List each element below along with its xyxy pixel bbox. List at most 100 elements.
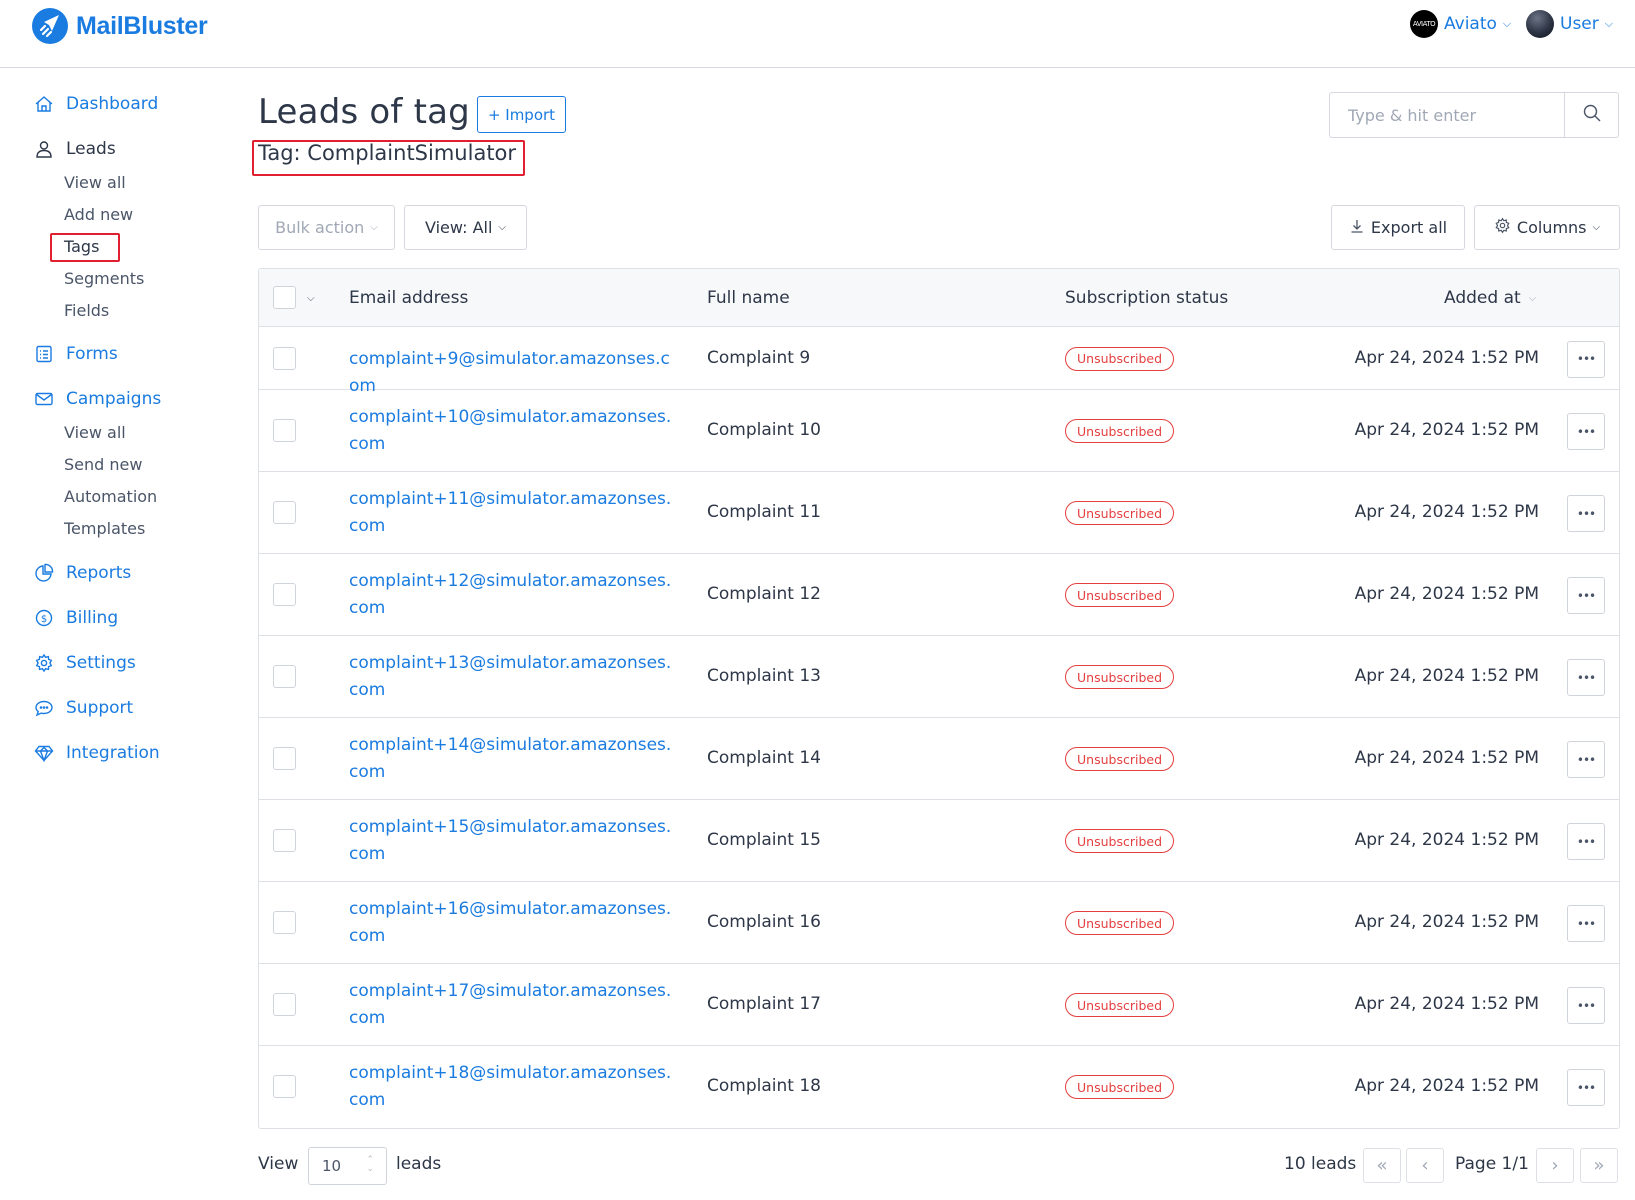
lead-email-link[interactable]: complaint+17@simulator.amazonses.com: [349, 978, 674, 1032]
chevron-left-icon: ‹: [1421, 1155, 1429, 1176]
per-page-value: 10: [322, 1157, 342, 1175]
row-actions-button[interactable]: •••: [1567, 1069, 1605, 1106]
table-row: complaint+13@simulator.amazonses.com Comp…: [259, 636, 1619, 718]
top-bar: MailBluster AVIATO Aviato ⌵ User ⌵: [0, 0, 1635, 68]
sidebar-item-label: Campaigns: [66, 389, 162, 409]
ellipsis-icon: •••: [1576, 998, 1596, 1013]
lead-email-link[interactable]: complaint+11@simulator.amazonses.com: [349, 486, 674, 540]
import-button[interactable]: + Import: [477, 96, 566, 133]
sidebar-subitem-leads-add-new[interactable]: Add new: [64, 205, 133, 224]
chevron-right-icon: ›: [1551, 1155, 1559, 1176]
first-page-button[interactable]: «: [1363, 1148, 1401, 1183]
row-actions-button[interactable]: •••: [1567, 495, 1605, 532]
double-chevron-left-icon: «: [1376, 1155, 1388, 1176]
row-checkbox[interactable]: [273, 911, 296, 934]
row-checkbox[interactable]: [273, 747, 296, 770]
sidebar-subitem-campaigns-view-all[interactable]: View all: [64, 423, 126, 442]
row-actions-button[interactable]: •••: [1567, 823, 1605, 860]
row-actions-button[interactable]: •••: [1567, 741, 1605, 778]
total-leads-count: 10 leads: [1284, 1154, 1357, 1174]
sidebar-subitem-send-new[interactable]: Send new: [64, 455, 142, 474]
row-checkbox[interactable]: [273, 419, 296, 442]
leads-label: leads: [396, 1154, 442, 1174]
table-row: complaint+12@simulator.amazonses.com Comp…: [259, 554, 1619, 636]
select-all-checkbox[interactable]: [273, 286, 296, 309]
lead-email-link[interactable]: complaint+12@simulator.amazonses.com: [349, 568, 674, 622]
sidebar-item-dashboard[interactable]: Dashboard: [34, 94, 158, 114]
row-actions-button[interactable]: •••: [1567, 987, 1605, 1024]
sidebar-subitem-automation[interactable]: Automation: [64, 487, 157, 506]
row-checkbox[interactable]: [273, 501, 296, 524]
sidebar-item-integration[interactable]: Integration: [34, 743, 160, 763]
ellipsis-icon: •••: [1576, 506, 1596, 521]
sidebar-item-reports[interactable]: Reports: [34, 563, 131, 583]
lead-email-link[interactable]: complaint+18@simulator.amazonses.com: [349, 1060, 674, 1114]
chevron-down-icon: ⌵: [1592, 222, 1601, 233]
column-header-label: Added at: [1444, 288, 1521, 308]
sidebar-item-label: Reports: [66, 563, 132, 583]
sidebar-subitem-fields[interactable]: Fields: [64, 301, 109, 320]
sidebar-item-support[interactable]: Support: [34, 698, 133, 718]
lead-full-name: Complaint 11: [707, 502, 821, 522]
view-filter-dropdown[interactable]: View: All ⌵: [404, 205, 527, 250]
row-actions-button[interactable]: •••: [1567, 905, 1605, 942]
sidebar-item-leads[interactable]: Leads: [34, 139, 116, 159]
home-icon: [34, 94, 54, 114]
form-list-icon: [34, 344, 54, 364]
lead-full-name: Complaint 18: [707, 1076, 821, 1096]
previous-page-button[interactable]: ‹: [1406, 1148, 1444, 1183]
export-all-button[interactable]: Export all: [1331, 205, 1465, 250]
lead-email-link[interactable]: complaint+13@simulator.amazonses.com: [349, 650, 674, 704]
page-title: Leads of tag: [258, 92, 470, 132]
last-page-button[interactable]: »: [1580, 1148, 1618, 1183]
table-row: complaint+10@simulator.amazonses.com Comp…: [259, 390, 1619, 472]
row-checkbox[interactable]: [273, 993, 296, 1016]
sidebar-item-label: Forms: [66, 344, 118, 364]
sidebar-item-label: Dashboard: [66, 94, 159, 114]
row-actions-button[interactable]: •••: [1567, 659, 1605, 696]
search-button[interactable]: [1564, 93, 1618, 137]
table-header: ⌵ Email address Full name Subscription s…: [259, 269, 1619, 327]
lead-email-link[interactable]: complaint+16@simulator.amazonses.com: [349, 896, 674, 950]
bulk-action-dropdown[interactable]: Bulk action ⌵: [258, 205, 395, 250]
row-actions-button[interactable]: •••: [1567, 577, 1605, 614]
lead-email-link[interactable]: complaint+15@simulator.amazonses.com: [349, 814, 674, 868]
highlight-box-tag: [252, 140, 525, 176]
sidebar-item-billing[interactable]: $ Billing: [34, 608, 118, 628]
sidebar-subitem-segments[interactable]: Segments: [64, 269, 144, 288]
lead-email-link[interactable]: complaint+14@simulator.amazonses.com: [349, 732, 674, 786]
row-checkbox[interactable]: [273, 583, 296, 606]
row-actions-button[interactable]: •••: [1567, 340, 1605, 378]
column-header-added-at[interactable]: Added at ⌵: [1444, 269, 1536, 327]
sidebar-item-campaigns[interactable]: Campaigns: [34, 389, 161, 409]
bulk-action-label: Bulk action: [275, 218, 365, 237]
select-options-chevron-icon[interactable]: ⌵: [307, 269, 315, 327]
sidebar-item-settings[interactable]: Settings: [34, 653, 136, 673]
sidebar-subitem-templates[interactable]: Templates: [64, 519, 145, 538]
logo[interactable]: MailBluster: [32, 8, 208, 44]
row-checkbox[interactable]: [273, 1075, 296, 1098]
lead-full-name: Complaint 9: [707, 347, 811, 368]
column-header-full-name: Full name: [707, 288, 790, 308]
row-checkbox[interactable]: [273, 829, 296, 852]
lead-email-link[interactable]: complaint+10@simulator.amazonses.com: [349, 404, 674, 458]
lead-added-at: Apr 24, 2024 1:52 PM: [1354, 830, 1539, 850]
columns-dropdown[interactable]: Columns ⌵: [1474, 205, 1620, 250]
row-actions-button[interactable]: •••: [1567, 413, 1605, 450]
user-menu[interactable]: User ⌵: [1526, 10, 1613, 38]
row-checkbox[interactable]: [273, 665, 296, 688]
ellipsis-icon: •••: [1576, 588, 1596, 603]
sidebar-item-label: Support: [66, 698, 134, 718]
status-badge: Unsubscribed: [1065, 501, 1174, 525]
table-row: complaint+18@simulator.amazonses.com Comp…: [259, 1046, 1619, 1128]
sidebar-subitem-leads-view-all[interactable]: View all: [64, 173, 126, 192]
dollar-circle-icon: $: [34, 608, 54, 628]
row-checkbox[interactable]: [273, 346, 296, 370]
double-chevron-right-icon: »: [1593, 1155, 1605, 1176]
search-input[interactable]: [1330, 93, 1564, 137]
next-page-button[interactable]: ›: [1536, 1148, 1574, 1183]
workspace-switcher[interactable]: AVIATO Aviato ⌵: [1410, 10, 1511, 38]
sidebar-item-forms[interactable]: Forms: [34, 344, 118, 364]
svg-text:$: $: [41, 614, 47, 625]
per-page-select[interactable]: 10 ⌃ ⌄: [308, 1147, 387, 1185]
